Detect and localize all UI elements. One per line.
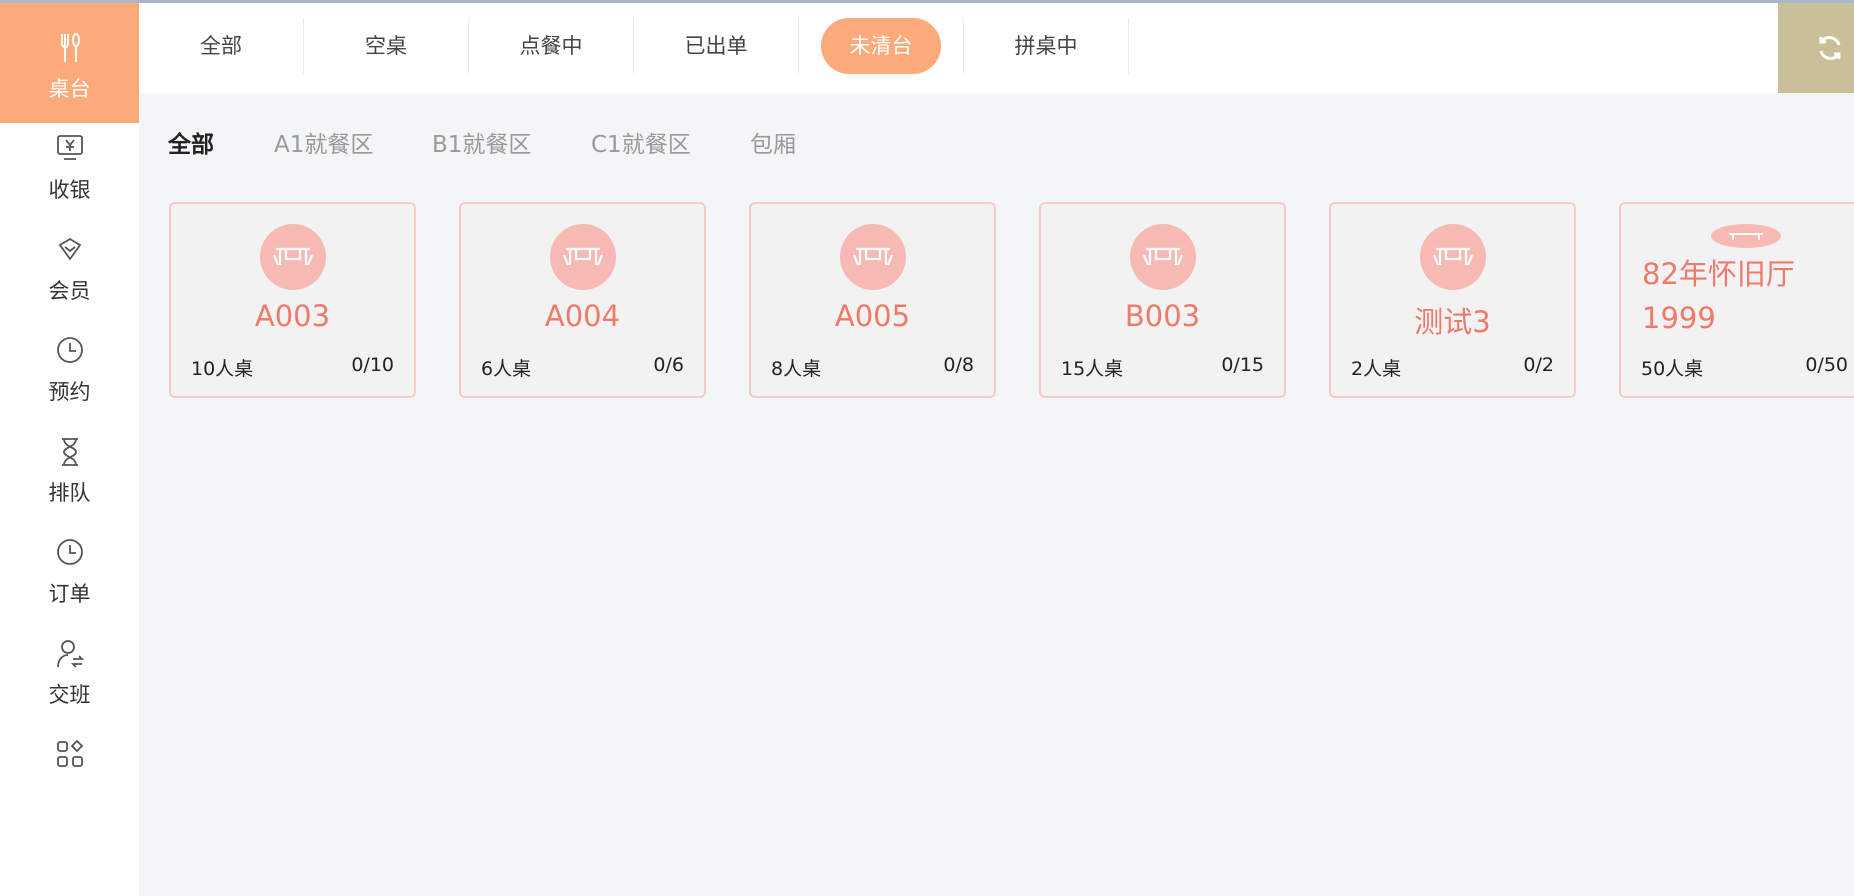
- area-tab-c1[interactable]: C1就餐区: [591, 125, 691, 159]
- user-swap-icon: [56, 640, 84, 668]
- tab-divider: [633, 18, 634, 74]
- refresh-button[interactable]: [1778, 3, 1854, 93]
- table-capacity: 2人桌: [1351, 358, 1402, 380]
- table-capacity: 50人桌: [1641, 358, 1704, 380]
- tab-uncleared[interactable]: 未清台: [821, 18, 941, 74]
- sidebar-item-label: 交班: [48, 683, 91, 707]
- sidebar-item-more[interactable]: [0, 710, 139, 830]
- table-capacity: 8人桌: [771, 358, 822, 380]
- table-occupancy: 0/6: [653, 354, 684, 376]
- sidebar-item-label: 收银: [48, 178, 91, 202]
- dining-table-icon: [1711, 224, 1781, 248]
- sidebar: 桌台 收银 会员 预约 排队 订单 交班: [0, 3, 139, 896]
- table-occupancy: 0/2: [1523, 354, 1554, 376]
- table-name: B003: [1124, 299, 1201, 333]
- table-name: A005: [834, 299, 911, 333]
- table-card[interactable]: B003 15人桌 0/15: [1039, 202, 1286, 398]
- table-name: 82年怀旧厅1999: [1642, 257, 1795, 335]
- tab-shared[interactable]: 拼桌中: [976, 18, 1116, 74]
- tab-divider: [963, 18, 964, 74]
- area-tab-b1[interactable]: B1就餐区: [432, 125, 531, 159]
- table-card[interactable]: A003 10人桌 0/10: [169, 202, 416, 398]
- table-name: A004: [544, 299, 621, 333]
- tab-divider: [468, 18, 469, 74]
- tab-divider: [1128, 18, 1129, 74]
- tab-divider: [303, 18, 304, 74]
- clock-icon: [56, 539, 83, 565]
- table-occupancy: 0/8: [943, 354, 974, 376]
- dining-table-icon: [1129, 224, 1196, 290]
- table-capacity: 6人桌: [481, 358, 532, 380]
- clock-icon: [56, 337, 83, 363]
- table-occupancy: 0/15: [1221, 354, 1264, 376]
- table-card[interactable]: A004 6人桌 0/6: [459, 202, 706, 398]
- area-tab-all[interactable]: 全部: [168, 125, 214, 159]
- table-card[interactable]: 82年怀旧厅1999 50人桌 0/50: [1619, 202, 1854, 398]
- sidebar-item-label: 排队: [48, 481, 91, 505]
- diamond-icon: [58, 237, 81, 261]
- table-name: 测试3: [1414, 305, 1491, 339]
- area-tab-a1[interactable]: A1就餐区: [274, 125, 373, 159]
- sidebar-item-label: 订单: [48, 582, 91, 606]
- apps-icon: [56, 739, 83, 767]
- table-name: A003: [254, 299, 331, 333]
- tab-empty[interactable]: 空桌: [316, 18, 456, 74]
- dining-table-icon: [1419, 224, 1486, 290]
- cashier-icon: [56, 135, 83, 160]
- table-card[interactable]: 测试3 2人桌 0/2: [1329, 202, 1576, 398]
- table-occupancy: 0/10: [351, 354, 394, 376]
- tab-divider: [798, 18, 799, 74]
- dining-table-icon: [549, 224, 616, 290]
- tab-billed[interactable]: 已出单: [646, 18, 786, 74]
- table-capacity: 15人桌: [1061, 358, 1124, 380]
- sidebar-item-label: 预约: [48, 380, 91, 404]
- table-card[interactable]: A005 8人桌 0/8: [749, 202, 996, 398]
- table-occupancy: 0/50: [1805, 354, 1848, 376]
- tab-all[interactable]: 全部: [151, 18, 291, 74]
- fork-knife-icon: [60, 33, 80, 62]
- table-capacity: 10人桌: [191, 358, 254, 380]
- tab-ordering[interactable]: 点餐中: [481, 18, 621, 74]
- dining-table-icon: [839, 224, 906, 290]
- refresh-icon: [1819, 36, 1841, 60]
- area-tab-private-room[interactable]: 包厢: [750, 125, 796, 159]
- hourglass-icon: [61, 438, 78, 466]
- dining-table-icon: [259, 224, 326, 290]
- sidebar-item-label: 桌台: [48, 77, 91, 101]
- sidebar-item-label: 会员: [48, 279, 91, 303]
